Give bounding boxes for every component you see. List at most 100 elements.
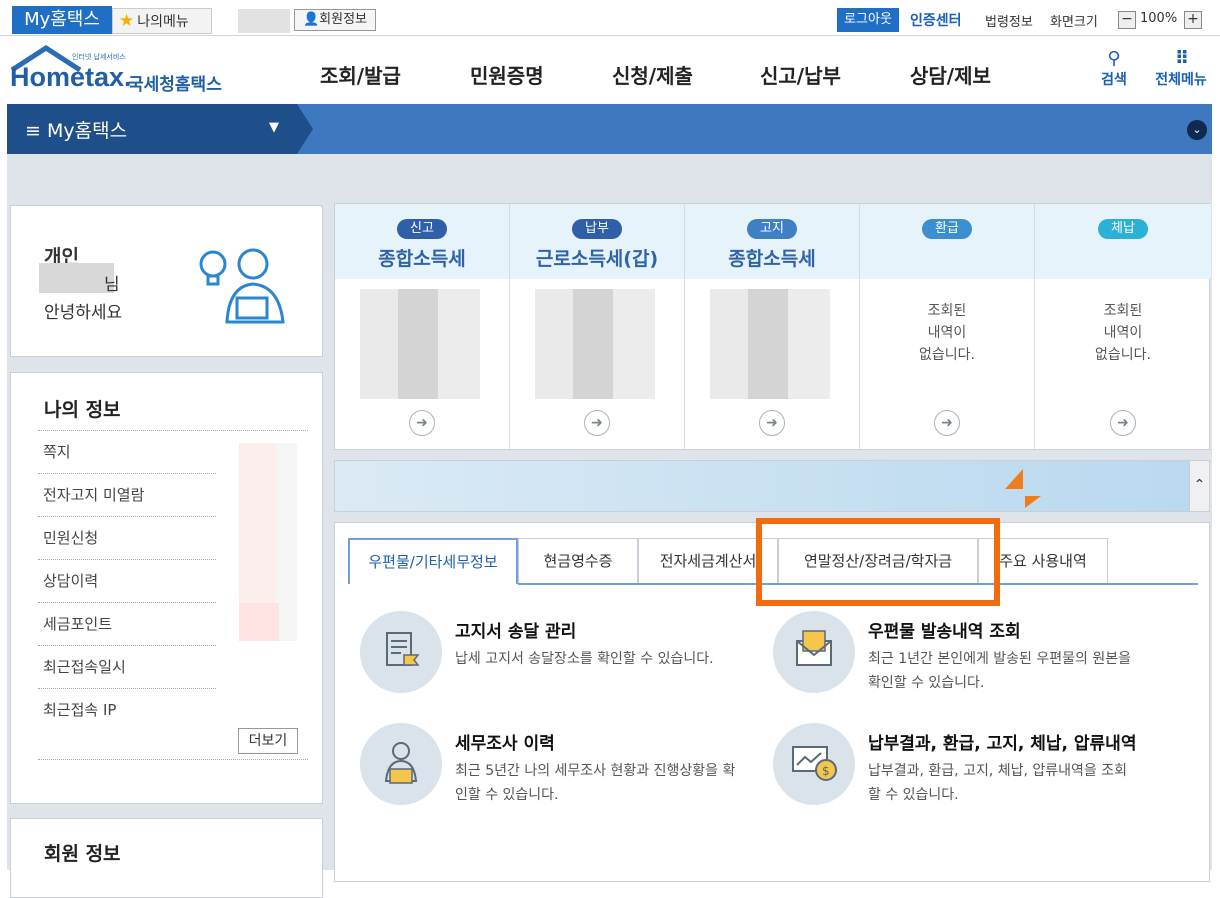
logout-button[interactable]: 로그아웃: [837, 8, 899, 32]
info-row-note[interactable]: 쪽지: [38, 431, 216, 474]
member-info-title: 회원 정보: [44, 843, 121, 865]
masked-values: [239, 603, 279, 641]
subbar-title-text: My홈택스: [46, 120, 128, 142]
tab-mymenu-label: 나의메뉴: [137, 14, 189, 30]
grid-icon: ⠿: [1174, 48, 1189, 69]
search-button[interactable]: ⚲ 검색: [1094, 48, 1134, 89]
hometax-logo[interactable]: 인터넷 납세서비스 Hometax. 국세청홈택스: [10, 44, 240, 100]
feature-desc: 납세 고지서 송달장소를 확인할 수 있습니다.: [455, 651, 714, 667]
masked-amount: [360, 289, 480, 399]
profile-card: 개인 님 안녕하세요: [10, 205, 323, 357]
info-row-civil-request[interactable]: 민원신청: [38, 517, 216, 560]
gnb-menu-certificate[interactable]: 민원증명: [470, 60, 544, 89]
cert-center-link[interactable]: 인증센터: [910, 10, 962, 30]
feature-desc: 납부결과, 환급, 고지, 체납, 압류내역을 조회할 수 있습니다.: [868, 763, 1128, 803]
chevron-down-icon[interactable]: ⌄: [1187, 120, 1207, 140]
law-info-link[interactable]: 법령정보: [985, 11, 1033, 30]
search-label: 검색: [1101, 72, 1127, 88]
highlight-box: [756, 518, 1000, 606]
gnb-menu-consult[interactable]: 상담/제보: [910, 60, 991, 89]
caret-down-icon: ▼: [269, 120, 279, 135]
feature-title: 우편물 발송내역 조회: [868, 622, 1021, 642]
my-info-card: 나의 정보 쪽지 전자고지 미열람 민원신청 상담이력 세금포인트 최근접속일시…: [10, 372, 323, 804]
gnb-menu-inquiry[interactable]: 조회/발급: [320, 60, 401, 89]
member-info-button[interactable]: 👤회원정보: [294, 9, 376, 31]
arrow-right-icon[interactable]: ➜: [1110, 410, 1136, 436]
my-info-title: 나의 정보: [44, 399, 121, 421]
star-icon: ★: [119, 11, 135, 31]
zoom-in-button[interactable]: +: [1184, 11, 1202, 29]
summary-payment[interactable]: 납부 근로소득세(갑) ➜: [510, 204, 685, 451]
document-icon: [360, 611, 442, 693]
badge-refund: 환급: [922, 219, 972, 239]
hamburger-icon: ≡: [25, 120, 41, 142]
myhometax-dropdown[interactable]: ≡ My홈택스 ▼: [7, 104, 297, 154]
all-menu-button[interactable]: ⠿ 전체메뉴: [1148, 48, 1214, 89]
tab-cash-receipt[interactable]: 현금영수증: [518, 538, 638, 584]
badge-notice: 고지: [747, 219, 797, 239]
summary-header: 환급: [860, 204, 1034, 279]
member-info-label: 회원정보: [319, 12, 368, 27]
logo-main-text: Hometax.: [10, 62, 132, 92]
screen-size-label: 화면크기: [1050, 15, 1098, 30]
info-row-e-notice[interactable]: 전자고지 미열람: [38, 474, 216, 517]
masked-user-name: [39, 263, 114, 293]
monitor-coin-icon: $: [773, 723, 855, 805]
myhometax-dropdown-label: ≡ My홈택스: [25, 116, 127, 143]
gnb-menu-report-pay[interactable]: 신고/납부: [760, 60, 841, 89]
banner-decoration: [1005, 469, 1023, 489]
summary-notice[interactable]: 고지 종합소득세 ➜: [685, 204, 860, 451]
feature-title: 세무조사 이력: [455, 734, 555, 754]
feature-audit-history[interactable]: 세무조사 이력 최근 5년간 나의 세무조사 현황과 진행상황을 확인할 수 있…: [360, 723, 740, 823]
feature-mail-history[interactable]: 우편물 발송내역 조회 최근 1년간 본인에게 발송된 우편물의 원본을 확인할…: [773, 611, 1153, 711]
global-nav: 인터넷 납세서비스 Hometax. 국세청홈택스 조회/발급 민원증명 신청/…: [0, 36, 1220, 104]
masked-user-name: [238, 9, 290, 33]
summary-tax-name: 종합소득세: [728, 248, 816, 270]
empty-message: 조회된 내역이 없습니다.: [919, 303, 975, 363]
breadcrumb-arrow: [297, 104, 313, 154]
banner-decoration: [1025, 496, 1041, 508]
summary-header: 체납: [1035, 204, 1211, 279]
envelope-icon: [773, 611, 855, 693]
person-idea-icon: [199, 248, 285, 324]
member-info-card: 회원 정보: [10, 818, 323, 898]
empty-message: 조회된 내역이 없습니다.: [1095, 303, 1151, 363]
tab-myhometax[interactable]: My홈택스: [12, 6, 112, 34]
gnb-menu-application[interactable]: 신청/제출: [612, 60, 693, 89]
greeting: 안녕하세요: [44, 303, 123, 323]
arrow-right-icon[interactable]: ➜: [409, 410, 435, 436]
info-row-tax-point[interactable]: 세금포인트: [38, 603, 216, 646]
summary-arrears[interactable]: 체납 조회된 내역이 없습니다. ➜: [1035, 204, 1211, 451]
summary-tax-name: 근로소득세(갑): [535, 248, 659, 270]
arrow-right-icon[interactable]: ➜: [934, 410, 960, 436]
summary-tax-name: 종합소득세: [378, 248, 466, 270]
more-button[interactable]: 더보기: [238, 728, 298, 754]
feature-bill-delivery[interactable]: 고지서 송달 관리 납세 고지서 송달장소를 확인할 수 있습니다.: [360, 611, 740, 711]
badge-report: 신고: [397, 219, 447, 239]
arrow-right-icon[interactable]: ➜: [759, 410, 785, 436]
sub-nav-bar: ≡ My홈택스 ▼ ⌄: [7, 104, 1212, 154]
arrow-right-icon[interactable]: ➜: [584, 410, 610, 436]
feature-desc: 최근 5년간 나의 세무조사 현황과 진행상황을 확인할 수 있습니다.: [455, 763, 736, 803]
logo-korean-text: 국세청홈택스: [128, 75, 222, 95]
info-row-consult-history[interactable]: 상담이력: [38, 560, 216, 603]
feature-payment-results[interactable]: $ 납부결과, 환급, 고지, 체납, 압류내역 납부결과, 환급, 고지, 체…: [773, 723, 1153, 823]
info-row-last-ip: 최근접속 IP: [43, 701, 117, 719]
svg-text:$: $: [822, 764, 830, 778]
tab-mymenu[interactable]: ★ 나의메뉴: [112, 8, 212, 34]
scroll-up-icon[interactable]: ⌃: [1189, 461, 1209, 511]
user-icon: 👤: [302, 12, 320, 27]
divider: [38, 759, 308, 760]
summary-header: 신고 종합소득세: [335, 204, 509, 279]
tab-mail-info[interactable]: 우편물/기타세무정보: [348, 538, 518, 584]
summary-report[interactable]: 신고 종합소득세 ➜: [335, 204, 510, 451]
tax-summary-panel: 신고 종합소득세 ➜ 납부 근로소득세(갑) ➜ 고지 종합소득세 ➜ 환급 조…: [334, 203, 1211, 451]
zoom-out-button[interactable]: −: [1118, 11, 1136, 29]
summary-refund[interactable]: 환급 조회된 내역이 없습니다. ➜: [860, 204, 1035, 451]
promo-banner[interactable]: ⌃: [334, 460, 1210, 512]
honorific: 님: [104, 275, 120, 295]
summary-header: 고지 종합소득세: [685, 204, 859, 279]
search-icon: ⚲: [1107, 48, 1121, 69]
feature-title: 고지서 송달 관리: [455, 622, 577, 642]
zoom-value: 100%: [1140, 11, 1178, 26]
